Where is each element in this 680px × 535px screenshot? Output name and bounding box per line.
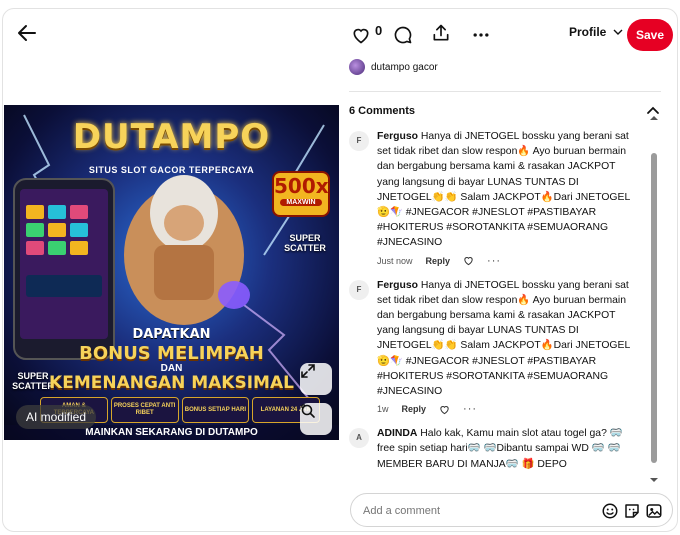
comment-author[interactable]: Ferguso xyxy=(377,131,418,142)
promo-line-4: KEMENANGAN MAKSIMAL xyxy=(49,373,294,393)
reply-button[interactable]: Reply xyxy=(426,256,451,266)
comment-input[interactable] xyxy=(363,502,593,520)
comment-list: F Ferguso Hanya di JNETOGEL bossku yang … xyxy=(349,129,657,483)
comment-item: F Ferguso Hanya di JNETOGEL bossku yang … xyxy=(349,278,657,417)
scroll-up-arrow-icon[interactable] xyxy=(649,113,659,123)
feature-item: BONUS SETIAP HARI xyxy=(181,397,250,423)
like-count: 0 xyxy=(375,23,383,38)
promo-line-2: BONUS MELIMPAH xyxy=(79,343,264,364)
creator-avatar[interactable] xyxy=(349,59,365,75)
board-selector-label: Profile xyxy=(569,25,607,39)
comment-meta: 1w Reply ··· xyxy=(377,402,635,416)
comment-time: Just now xyxy=(377,255,413,266)
sticker-icon[interactable] xyxy=(623,502,641,520)
comment-text: Hanya di JNETOGEL bossku yang berani sat… xyxy=(377,131,631,249)
divider xyxy=(349,91,661,92)
pin-card: DUTAMPO SITUS SLOT GACOR TERPERCAYA 500x… xyxy=(2,8,678,532)
comment-item: F Ferguso Hanya di JNETOGEL bossku yang … xyxy=(349,129,657,268)
comment-meta: Just now Reply ··· xyxy=(377,254,635,268)
emoji-icon[interactable] xyxy=(601,502,619,520)
feature-item: PROSES CEPAT ANTI RIBET xyxy=(110,397,179,423)
maxwin-label: MAXWIN xyxy=(280,199,322,206)
comment-text: Hanya di JNETOGEL bossku yang berani sat… xyxy=(377,279,631,398)
reply-button[interactable]: Reply xyxy=(402,404,427,414)
image-attach-icon[interactable] xyxy=(645,502,663,520)
comment-author[interactable]: ADINDA xyxy=(377,428,417,439)
comments-count-heading: 6 Comments xyxy=(349,105,416,117)
visual-search-icon[interactable] xyxy=(300,403,332,435)
comment-input-box[interactable] xyxy=(350,493,673,527)
comments-scrollbar[interactable] xyxy=(649,113,659,485)
save-button[interactable]: Save xyxy=(627,19,673,51)
back-arrow-icon[interactable] xyxy=(15,21,39,45)
comment-time: 1w xyxy=(377,404,389,415)
expand-icon[interactable] xyxy=(300,363,332,395)
scatter-badge-right: SUPER SCATTER xyxy=(284,233,326,253)
comment-body: ADINDA Halo kak, Kamu main slot atau tog… xyxy=(377,426,635,472)
creator-row[interactable]: dutampo gacor xyxy=(349,59,438,75)
maxwin-badge: 500x MAXWIN xyxy=(272,171,330,217)
heart-icon[interactable] xyxy=(463,255,474,266)
more-options-icon[interactable] xyxy=(469,23,493,47)
comment-item: A ADINDA Halo kak, Kamu main slot atau t… xyxy=(349,426,657,472)
scroll-track[interactable] xyxy=(651,125,657,473)
share-icon[interactable] xyxy=(429,21,453,45)
comment-body: Ferguso Hanya di JNETOGEL bossku yang be… xyxy=(377,129,635,251)
commenter-avatar[interactable]: F xyxy=(349,279,369,300)
maxwin-value: 500x xyxy=(274,174,329,198)
board-selector[interactable]: Profile xyxy=(569,25,623,39)
promo-line-1: DAPATKAN xyxy=(132,327,211,342)
chevron-down-icon xyxy=(613,29,623,35)
more-options-icon[interactable]: ··· xyxy=(487,255,501,267)
commenter-avatar[interactable]: A xyxy=(349,428,369,449)
pin-image[interactable]: DUTAMPO SITUS SLOT GACOR TERPERCAYA 500x… xyxy=(4,105,339,440)
heart-icon[interactable] xyxy=(349,23,373,47)
scroll-down-arrow-icon[interactable] xyxy=(649,475,659,485)
scroll-thumb[interactable] xyxy=(651,153,657,463)
comment-body: Ferguso Hanya di JNETOGEL bossku yang be… xyxy=(377,278,635,400)
creator-name[interactable]: dutampo gacor xyxy=(371,62,438,73)
comment-bubble-icon[interactable] xyxy=(391,23,415,47)
heart-icon[interactable] xyxy=(439,404,450,415)
commenter-avatar[interactable]: F xyxy=(349,131,369,151)
more-options-icon[interactable]: ··· xyxy=(463,403,477,415)
image-brand-title: DUTAMPO xyxy=(72,117,271,157)
pin-action-bar: 0 Profile Save xyxy=(349,19,675,51)
comment-author[interactable]: Ferguso xyxy=(377,280,418,291)
ai-modified-badge[interactable]: AI modified xyxy=(16,405,97,429)
